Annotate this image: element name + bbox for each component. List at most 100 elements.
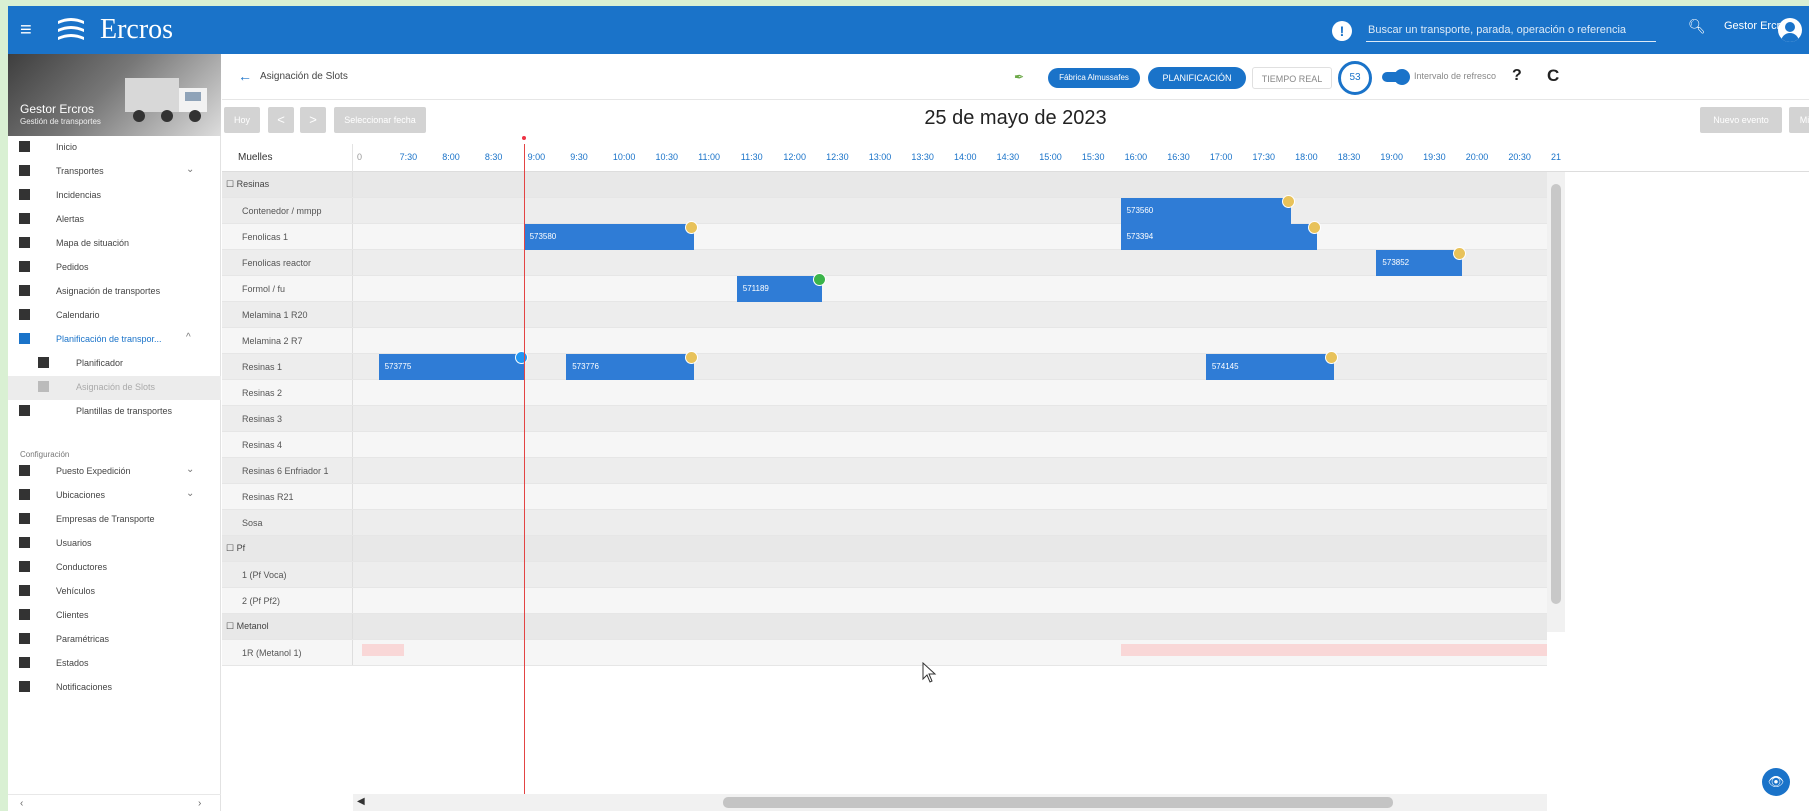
- tab-planificacion[interactable]: PLANIFICACIÓN: [1148, 67, 1246, 89]
- new-event-button[interactable]: Nuevo evento: [1700, 107, 1782, 133]
- sidebar-scrollbar[interactable]: ‹ ›: [8, 794, 221, 811]
- sidebar-item-notificaciones[interactable]: Notificaciones: [8, 676, 221, 700]
- slot-bar[interactable]: 573394: [1120, 221, 1321, 250]
- dock-group-label[interactable]: ☐ Resinas: [222, 172, 353, 197]
- dock-row: Melamina 1 R20: [222, 302, 1547, 328]
- sidebar-item-parametricas[interactable]: Paramétricas: [8, 628, 221, 652]
- current-time-marker: [521, 136, 526, 140]
- sidebar-item-usuarios[interactable]: Usuarios: [8, 532, 221, 556]
- sidebar-item-incidencias[interactable]: Incidencias: [8, 184, 221, 208]
- time-tick: 9:30: [570, 152, 588, 162]
- dock-row: Fenolicas 1 573580 573394: [222, 221, 1547, 250]
- sidebar-item-label: Calendario: [56, 310, 100, 320]
- sidebar-item-label: Asignación de transportes: [56, 286, 161, 296]
- dock-group-label[interactable]: ☐ Pf: [222, 536, 353, 561]
- slot-id: 573852: [1382, 258, 1410, 267]
- gantt-horizontal-scrollbar[interactable]: ◀: [353, 794, 1547, 811]
- time-tick: 19:30: [1423, 152, 1446, 162]
- dock-group-label[interactable]: ☐ Metanol: [222, 614, 353, 639]
- slot-status-dot: [514, 351, 528, 364]
- vehicle-icon: [19, 585, 30, 596]
- sidebar-item-label: Notificaciones: [56, 682, 113, 692]
- sidebar-item-asignacion-slots[interactable]: Asignación de Slots: [8, 376, 221, 400]
- back-arrow-icon[interactable]: ←: [238, 68, 252, 84]
- scroll-right-icon[interactable]: ›: [198, 798, 201, 809]
- slot-id: 573394: [1126, 232, 1154, 241]
- factory-selector[interactable]: Fábrica Almussafes: [1048, 68, 1140, 88]
- slot-bar[interactable]: 573776: [566, 351, 699, 380]
- scroll-left-icon[interactable]: ◀: [357, 796, 365, 807]
- sidebar-item-vehiculos[interactable]: Vehículos: [8, 580, 221, 604]
- slot-bar[interactable]: 573580: [523, 221, 699, 250]
- sidebar-item-label: Paramétricas: [56, 634, 110, 644]
- time-tick: 10:30: [655, 152, 679, 162]
- reload-icon[interactable]: C: [1547, 66, 1559, 86]
- sidebar-item-label: Planificación de transpor...: [56, 334, 162, 344]
- sidebar-item-plantillas[interactable]: Plantillas de transportes: [8, 400, 221, 424]
- minimize-button[interactable]: Minimizar: [1789, 107, 1809, 133]
- diamond-icon: [19, 165, 30, 176]
- sidebar-item-puesto-expedicion[interactable]: Puesto Expedición ⌄: [8, 460, 221, 484]
- user-avatar-icon[interactable]: [1778, 18, 1802, 42]
- hamburger-menu-icon[interactable]: ≡: [20, 20, 32, 40]
- view-eye-icon[interactable]: 👁: [1762, 768, 1790, 796]
- refresh-toggle[interactable]: [1382, 69, 1410, 85]
- gantt-vertical-scrollbar[interactable]: [1547, 172, 1565, 632]
- time-tick: 18:00: [1295, 152, 1318, 162]
- dock-label: Sosa: [222, 510, 353, 535]
- bell-icon: [19, 213, 30, 224]
- sidebar-item-label: Vehículos: [56, 586, 96, 596]
- calendar-icon: [19, 309, 30, 320]
- tab-tiempo-real[interactable]: TIEMPO REAL: [1252, 67, 1332, 89]
- sidebar-item-estados[interactable]: Estados: [8, 652, 221, 676]
- time-tick: 12:30: [826, 152, 849, 162]
- time-header: Muelles 0 7:30 8:00 8:30 9:00 9:30 10:00 10:30 1…: [222, 144, 1809, 172]
- sidebar-item-conductores[interactable]: Conductores: [8, 556, 221, 580]
- slot-bar[interactable]: 573852: [1376, 247, 1466, 276]
- time-tick: 13:30: [911, 152, 934, 162]
- sidebar-item-asignacion-transportes[interactable]: Asignación de transportes: [8, 280, 221, 304]
- time-tick: 15:30: [1081, 152, 1105, 162]
- sidebar-item-label: Clientes: [56, 610, 89, 620]
- slot-bar[interactable]: 574145: [1205, 351, 1338, 380]
- sidebar-item-label: Conductores: [56, 562, 108, 572]
- time-tick: 18:30: [1337, 152, 1361, 162]
- time-tick: 0: [357, 152, 363, 162]
- slot-bar[interactable]: 571189: [736, 273, 827, 302]
- time-tick: 17:30: [1252, 152, 1276, 162]
- dock-label: 1 (Pf Voca): [222, 562, 353, 587]
- building-icon: [19, 513, 30, 524]
- search-icon[interactable]: 🔍︎: [1688, 18, 1706, 35]
- sidebar-item-calendario[interactable]: Calendario: [8, 304, 221, 328]
- search-input[interactable]: [1366, 18, 1656, 42]
- sidebar-item-label: Mapa de situación: [56, 238, 130, 248]
- current-time-line: [521, 136, 526, 811]
- slot-bar[interactable]: 573775: [378, 351, 528, 380]
- home-icon: [19, 141, 30, 152]
- breadcrumb: Asignación de Slots: [260, 71, 348, 82]
- time-tick: 11:30: [740, 152, 763, 162]
- sidebar-item-label: Ubicaciones: [56, 490, 106, 500]
- sidebar-item-planificador[interactable]: Planificador: [8, 352, 221, 376]
- sidebar-item-ubicaciones[interactable]: Ubicaciones ⌄: [8, 484, 221, 508]
- sidebar-item-clientes[interactable]: Clientes: [8, 604, 221, 628]
- sidebar-item-pedidos[interactable]: Pedidos: [8, 256, 221, 280]
- slot-bar[interactable]: 573560: [1120, 195, 1296, 224]
- help-icon[interactable]: ?: [1512, 67, 1522, 85]
- alert-icon[interactable]: !: [1332, 21, 1352, 41]
- planner-icon: [38, 357, 49, 368]
- scroll-left-icon[interactable]: ‹: [20, 798, 23, 809]
- slot-id: 573560: [1126, 206, 1154, 215]
- dock-label: 2 (Pf Pf2): [222, 588, 353, 613]
- sidebar-item-inicio[interactable]: Inicio: [8, 136, 221, 160]
- sidebar-item-transportes[interactable]: Transportes ⌄: [8, 160, 221, 184]
- sidebar-item-label: Asignación de Slots: [76, 382, 156, 392]
- sidebar-item-empresas[interactable]: Empresas de Transporte: [8, 508, 221, 532]
- sidebar-item-mapa[interactable]: Mapa de situación: [8, 232, 221, 256]
- truck-icon: [19, 285, 30, 296]
- sidebar-item-planificacion[interactable]: Planificación de transpor... ^: [8, 328, 221, 352]
- dock-label: Contenedor / mmpp: [222, 198, 353, 223]
- dock-row: 2 (Pf Pf2): [222, 588, 1547, 614]
- sidebar-item-alertas[interactable]: Alertas: [8, 208, 221, 232]
- top-bar: ≡ Ercros ! 🔍︎ Gestor Ercros: [8, 6, 1809, 54]
